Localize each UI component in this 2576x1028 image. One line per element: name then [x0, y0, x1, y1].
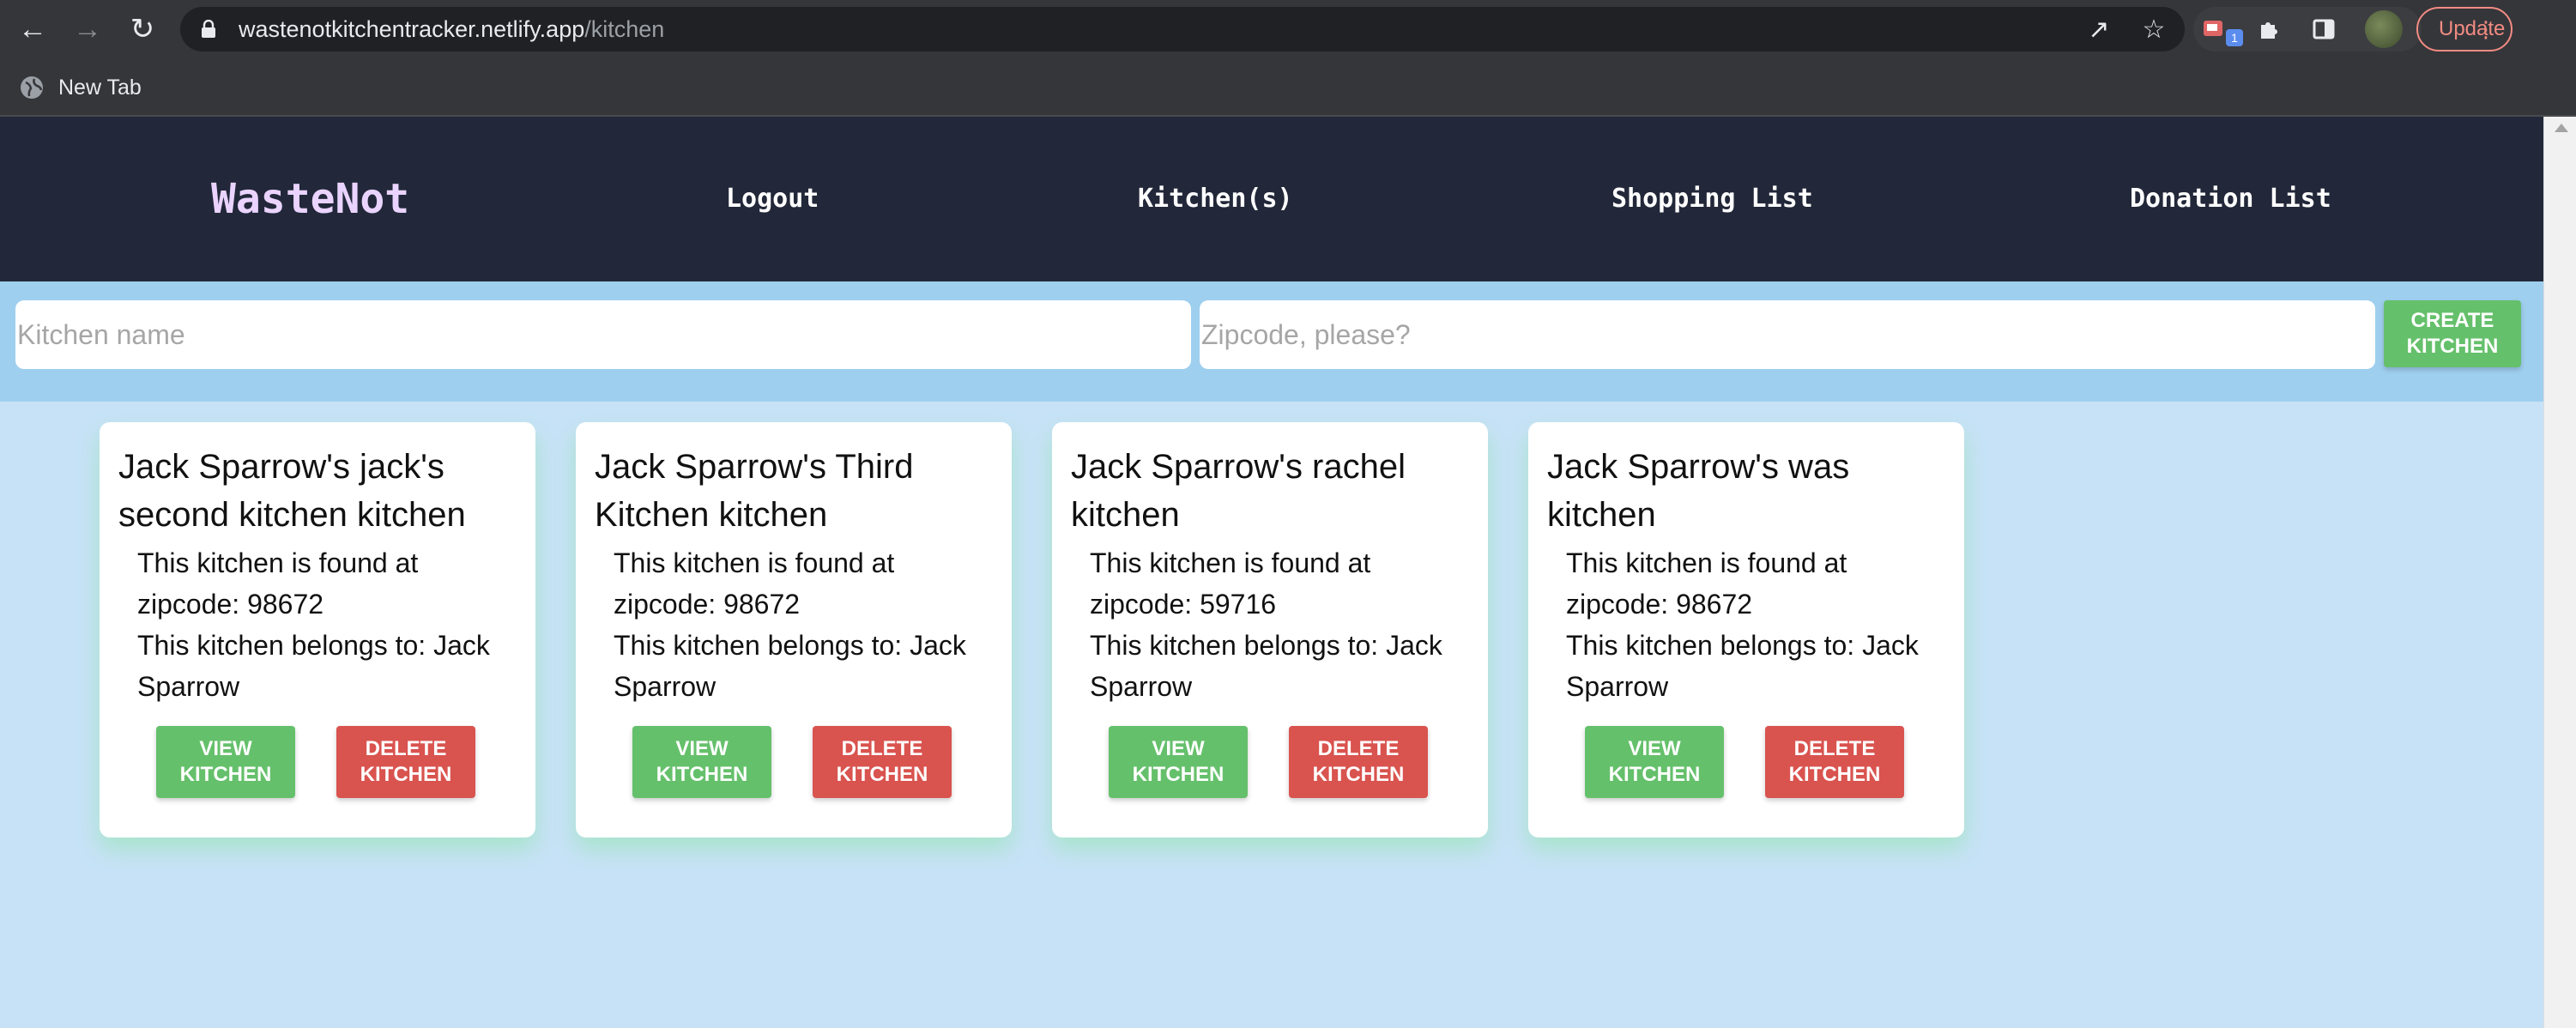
kitchen-zipcode: This kitchen is found at zipcode: 98672: [614, 547, 895, 620]
create-kitchen-button[interactable]: CREATE KITCHEN: [2384, 300, 2521, 367]
kitchen-details: This kitchen is found at zipcode: 98672 …: [614, 542, 991, 707]
update-button[interactable]: Update ⋮: [2416, 7, 2513, 51]
kitchen-owner: This kitchen belongs to: Jack Sparrow: [1090, 630, 1442, 702]
kitchen-name-input[interactable]: [15, 300, 1191, 369]
site-navbar: WasteNot Logout Kitchen(s) Shopping List…: [0, 117, 2543, 281]
side-panel-shape: [2313, 19, 2335, 39]
delete-kitchen-button[interactable]: DELETE KITCHEN: [1289, 726, 1428, 798]
kitchen-owner: This kitchen belongs to: Jack Sparrow: [614, 630, 966, 702]
share-icon[interactable]: ↗: [2083, 14, 2114, 45]
kitchen-zipcode: This kitchen is found at zipcode: 98672: [137, 547, 419, 620]
kitchen-zipcode: This kitchen is found at zipcode: 98672: [1566, 547, 1847, 620]
back-arrow-icon[interactable]: ←: [12, 9, 53, 50]
kitchen-owner: This kitchen belongs to: Jack Sparrow: [137, 630, 490, 702]
url-host: wastenotkitchentracker.netlify.app: [239, 16, 585, 42]
url-text: wastenotkitchentracker.netlify.app/kitch…: [239, 7, 664, 51]
view-kitchen-button[interactable]: VIEW KITCHEN: [632, 726, 771, 798]
extension-icon[interactable]: [2198, 14, 2229, 45]
puzzle-shape: [2261, 22, 2277, 39]
kitchen-details: This kitchen is found at zipcode: 98672 …: [1566, 542, 1944, 707]
bookmarks-bar: New Tab: [0, 58, 2576, 117]
kitchen-details: This kitchen is found at zipcode: 98672 …: [137, 542, 515, 707]
address-bar[interactable]: wastenotkitchentracker.netlify.app/kitch…: [180, 7, 2185, 51]
nav-donation-list[interactable]: Donation List: [2130, 117, 2331, 281]
delete-kitchen-button[interactable]: DELETE KITCHEN: [813, 726, 952, 798]
kitchen-title: Jack Sparrow's Third Kitchen kitchen: [595, 448, 914, 534]
kitchen-details: This kitchen is found at zipcode: 59716 …: [1090, 542, 1467, 707]
zipcode-input[interactable]: [1200, 300, 2375, 369]
view-kitchen-button[interactable]: VIEW KITCHEN: [1585, 726, 1724, 798]
kitchen-title: Jack Sparrow's jack's second kitchen kit…: [118, 448, 466, 534]
create-kitchen-form: CREATE KITCHEN: [0, 281, 2543, 402]
kitchen-owner: This kitchen belongs to: Jack Sparrow: [1566, 630, 1919, 702]
brand-logo[interactable]: WasteNot: [211, 117, 409, 281]
lock-icon: [202, 20, 215, 38]
globe-icon: [21, 76, 43, 99]
view-kitchen-button[interactable]: VIEW KITCHEN: [156, 726, 295, 798]
kitchen-zipcode: This kitchen is found at zipcode: 59716: [1090, 547, 1371, 620]
kebab-menu-icon[interactable]: ⋮: [2475, 9, 2497, 50]
side-panel-icon[interactable]: [2308, 14, 2339, 45]
delete-kitchen-button[interactable]: DELETE KITCHEN: [336, 726, 475, 798]
delete-kitchen-button[interactable]: DELETE KITCHEN: [1765, 726, 1904, 798]
kitchen-title: Jack Sparrow's was kitchen: [1547, 448, 1850, 534]
nav-logout[interactable]: Logout: [726, 117, 819, 281]
page-content: WasteNot Logout Kitchen(s) Shopping List…: [0, 117, 2543, 1028]
forward-arrow-icon[interactable]: →: [67, 9, 108, 50]
page-scrollbar[interactable]: [2543, 117, 2576, 1028]
extension-badge: 1: [2226, 29, 2243, 46]
view-kitchen-button[interactable]: VIEW KITCHEN: [1109, 726, 1248, 798]
bookmark-star-icon[interactable]: ☆: [2138, 14, 2169, 45]
bookmark-label: New Tab: [58, 75, 142, 100]
browser-toolbar: ← → ↻ wastenotkitchentracker.netlify.app…: [0, 0, 2576, 58]
url-path: /kitchen: [584, 16, 665, 42]
nav-shopping-list[interactable]: Shopping List: [1612, 117, 1813, 281]
profile-avatar[interactable]: [2365, 10, 2403, 48]
nav-kitchens[interactable]: Kitchen(s): [1138, 117, 1293, 281]
reload-icon[interactable]: ↻: [122, 9, 163, 50]
puzzle-icon[interactable]: [2253, 14, 2284, 45]
bookmark-new-tab[interactable]: New Tab: [19, 70, 142, 105]
scroll-up-arrow-icon[interactable]: [2555, 124, 2568, 132]
extension-image-icon: [2204, 21, 2222, 36]
kitchen-title: Jack Sparrow's rachel kitchen: [1071, 448, 1406, 534]
